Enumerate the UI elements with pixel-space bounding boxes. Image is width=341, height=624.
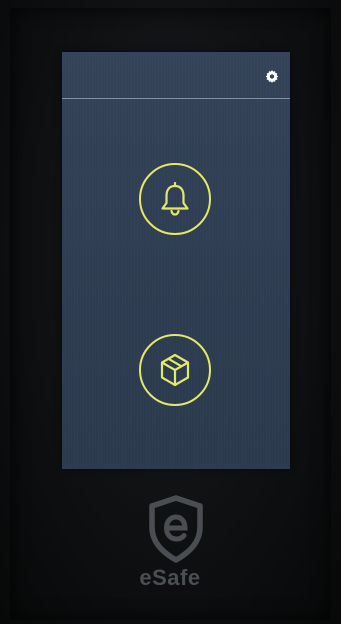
doorbell-button[interactable]	[139, 163, 211, 235]
gear-icon	[265, 70, 279, 83]
settings-button[interactable]	[264, 68, 280, 84]
touch-screen	[62, 52, 290, 469]
bell-icon	[161, 181, 189, 216]
brand-name: eSafe	[139, 565, 201, 590]
header-divider	[62, 98, 290, 99]
esafe-shield-logo	[149, 495, 203, 563]
esafe-device: eSafe	[0, 0, 341, 624]
package-button[interactable]	[139, 334, 211, 406]
package-icon	[160, 353, 190, 387]
